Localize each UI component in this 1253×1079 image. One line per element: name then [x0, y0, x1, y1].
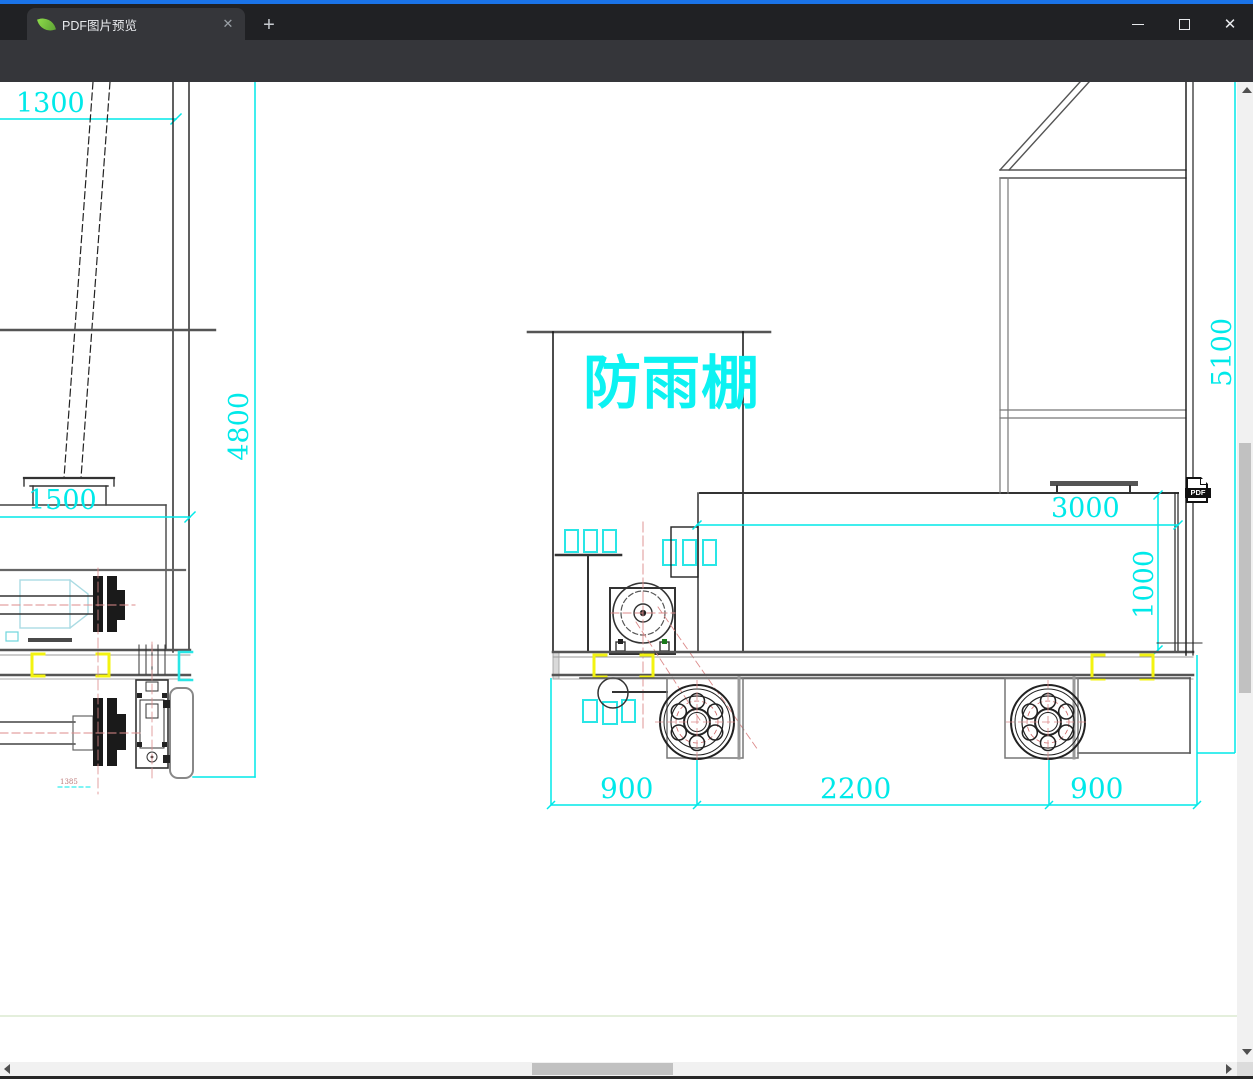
tab-close-icon[interactable]: ✕: [219, 15, 237, 33]
preview-page: 1300 4800 1500 防雨棚 3000 1000 5100 900 22…: [0, 82, 1253, 1079]
left-view: [0, 82, 256, 795]
horizontal-scrollbar-thumb[interactable]: [532, 1063, 673, 1075]
tab-title: PDF图片预览: [62, 18, 138, 33]
minimize-button[interactable]: [1115, 8, 1161, 40]
dimension-lines: [546, 82, 1236, 810]
pdf-view-button[interactable]: PDF: [1185, 477, 1211, 503]
tab-pdf-preview[interactable]: PDF图片预览 ✕: [27, 8, 245, 40]
shelter-label: 防雨棚: [583, 349, 761, 417]
dim-1300: 1300: [16, 88, 85, 119]
pdf-button-label: PDF: [1185, 488, 1211, 498]
scrollbar-corner: [1237, 1062, 1253, 1076]
browser-toolbar: localhost:8012/onlinePreview?url=http%3A…: [0, 40, 1253, 115]
scroll-up-icon[interactable]: [1242, 87, 1252, 93]
pdf-fold-corner: [1201, 477, 1208, 484]
dim-1500: 1500: [28, 485, 97, 516]
dim-900-right: 900: [1070, 772, 1124, 805]
dim-4800: 4800: [224, 392, 255, 461]
dim-3000: 3000: [1051, 493, 1120, 524]
vertical-scrollbar-thumb[interactable]: [1239, 443, 1251, 693]
page-separator: [0, 1015, 1237, 1017]
close-icon: ✕: [1223, 16, 1237, 33]
close-button[interactable]: ✕: [1207, 8, 1253, 40]
dim-1385: 1385: [60, 778, 78, 786]
minimize-icon: [1132, 23, 1144, 25]
rear-frame: [999, 82, 1194, 656]
scroll-left-icon[interactable]: [4, 1064, 10, 1074]
dim-1000: 1000: [1129, 550, 1160, 619]
window-controls: ✕: [1115, 8, 1253, 40]
leaf-favicon-icon: [37, 14, 56, 34]
maximize-button[interactable]: [1161, 8, 1207, 40]
tab-bar: PDF图片预览 ✕ + ✕: [0, 4, 1253, 40]
scroll-down-icon[interactable]: [1242, 1049, 1252, 1055]
cad-drawing: [0, 82, 1236, 810]
scroll-right-icon[interactable]: [1226, 1064, 1232, 1074]
maximize-icon: [1178, 18, 1190, 30]
dim-5100: 5100: [1207, 318, 1238, 387]
new-tab-button[interactable]: +: [256, 13, 282, 39]
dim-2200: 2200: [820, 772, 892, 805]
dim-900-left: 900: [600, 772, 654, 805]
